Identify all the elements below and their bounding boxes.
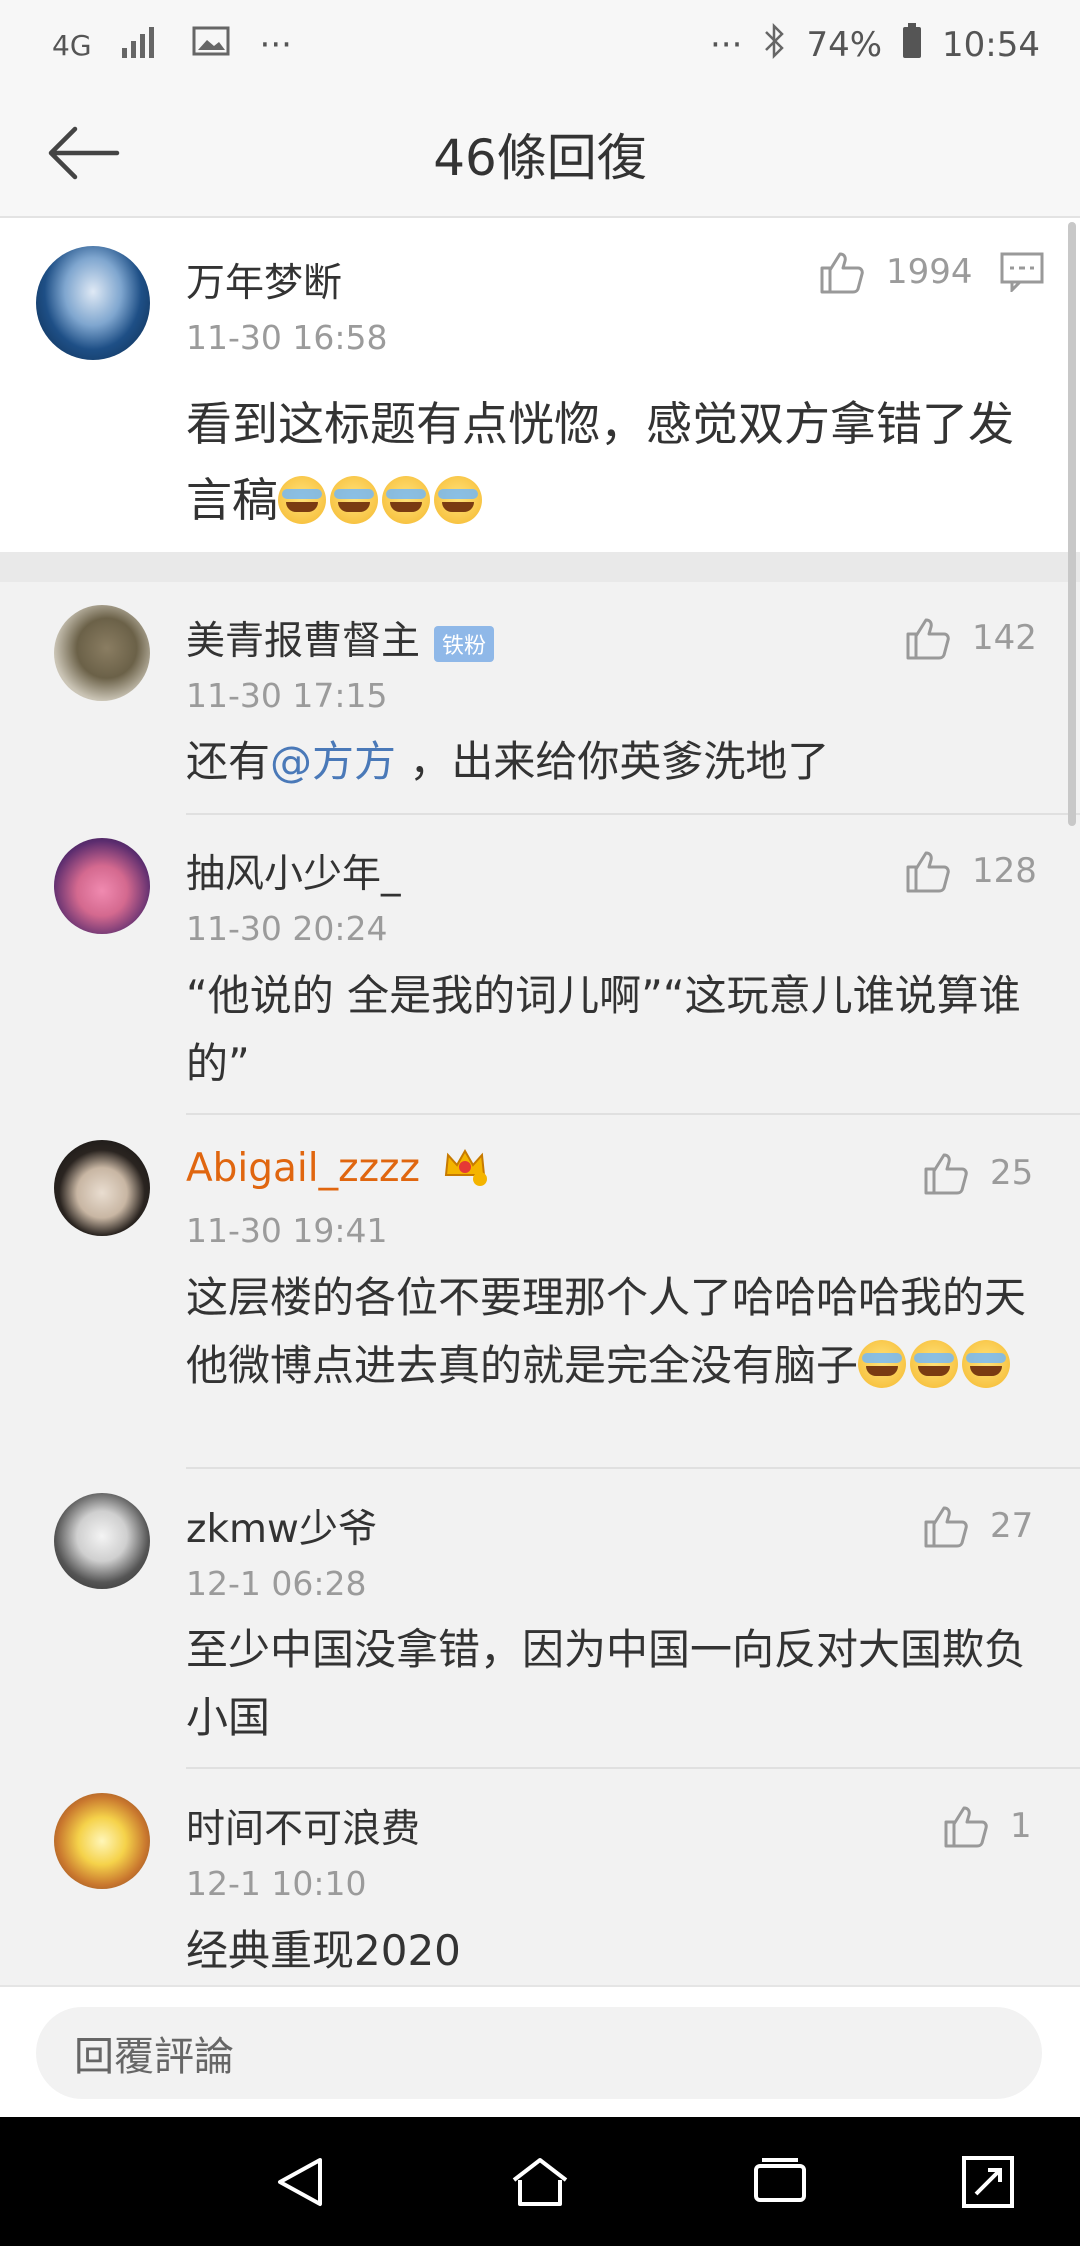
status-bar: 4G ··· ··· 74% 10:54 [0, 0, 1080, 90]
divider [186, 1767, 1080, 1769]
scrollbar[interactable] [1068, 222, 1076, 826]
reply-text: 还有@方方 ，出来给你英爹洗地了 [186, 728, 1026, 796]
main-comment: 万年梦断 11-30 16:58 1994 看到这标题有点恍惚，感觉双方拿错了发… [0, 218, 1080, 552]
home-icon [512, 2158, 568, 2206]
nav-expand-button[interactable] [956, 2150, 1020, 2214]
reply-time: 11-30 19:41 [186, 1211, 388, 1250]
like-count: 142 [972, 618, 1037, 658]
laugh-cry-emoji-icon [858, 1340, 907, 1388]
laugh-cry-emoji-icon [910, 1340, 959, 1388]
reply-author[interactable]: 时间不可浪费 [186, 1798, 420, 1854]
expand-icon [962, 2156, 1014, 2208]
like-button[interactable]: 1 [942, 1802, 1032, 1850]
section-divider [0, 552, 1080, 582]
comment-author[interactable]: 万年梦断 [186, 252, 342, 308]
like-count: 27 [990, 1506, 1034, 1546]
nav-home-button[interactable] [508, 2150, 572, 2214]
reply-author[interactable]: Abigail_zzzz [186, 1145, 488, 1197]
reply-text: 至少中国没拿错，因为中国一向反对大国欺负小国 [186, 1625, 1027, 1742]
reply-text-part: 还有 [186, 737, 271, 786]
reply-author-name: 美青报曹督主 [186, 619, 421, 664]
like-count: 128 [972, 851, 1037, 891]
network-label: 4G [52, 28, 92, 62]
more-status-icon: ··· [710, 25, 743, 65]
page-title: 46條回復 [433, 129, 647, 187]
comment-text: 看到这标题有点恍惚，感觉双方拿错了发言稿 [186, 386, 1016, 538]
reply-input[interactable]: 回覆評論 [36, 2007, 1042, 2099]
divider [186, 1467, 1080, 1469]
reply-bar: 回覆評論 [0, 1985, 1080, 2119]
system-nav-bar [0, 2117, 1080, 2246]
reply-text: 经典重现2020 [186, 1926, 461, 1975]
divider [186, 1113, 1080, 1115]
reply-time: 12-1 06:28 [186, 1564, 367, 1603]
reply-author[interactable]: 抽风小少年_ [186, 843, 401, 899]
laugh-cry-emoji-icon [962, 1340, 1011, 1388]
reply-time: 12-1 10:10 [186, 1864, 367, 1903]
thumbs-up-icon [906, 618, 950, 660]
thumbs-up-icon [944, 1806, 988, 1848]
thumbs-up-icon [924, 1153, 968, 1195]
like-count: 1994 [886, 252, 973, 292]
avatar[interactable] [54, 838, 150, 934]
bluetooth-icon [762, 22, 786, 69]
avatar[interactable] [54, 1493, 150, 1589]
like-button[interactable]: 142 [904, 614, 1037, 662]
nav-back-button[interactable] [268, 2150, 332, 2214]
like-count: 25 [990, 1153, 1034, 1193]
divider [186, 813, 1080, 815]
gallery-icon [192, 25, 230, 65]
nav-bar: 46條回復 [0, 90, 1080, 218]
reply-text-part: ，出来给你英爹洗地了 [396, 737, 830, 786]
nav-recent-button[interactable] [748, 2150, 812, 2214]
mention-link[interactable]: @方方 [270, 737, 396, 786]
laugh-cry-emoji-icon [382, 476, 430, 524]
clock: 10:54 [942, 25, 1040, 65]
like-button[interactable]: 27 [922, 1502, 1033, 1550]
reply-author[interactable]: 美青报曹督主 铁粉 [186, 610, 495, 666]
laugh-cry-emoji-icon [434, 476, 482, 524]
fan-badge: 铁粉 [434, 625, 495, 662]
battery-percent: 74% [806, 25, 883, 65]
laugh-cry-emoji-icon [330, 476, 378, 524]
like-button[interactable]: 1994 [818, 248, 973, 296]
reply-author-name: Abigail_zzzz [186, 1146, 420, 1191]
signal-icon [121, 24, 162, 67]
thumbs-up-icon [820, 252, 864, 294]
like-button[interactable]: 25 [922, 1149, 1033, 1197]
reply-text: 这层楼的各位不要理那个人了哈哈哈哈我的天他微博点进去真的就是完全没有脑子 [186, 1264, 1036, 1400]
recent-apps-icon [754, 2158, 806, 2202]
reply-button[interactable] [1000, 252, 1044, 296]
vip-crown-icon [442, 1145, 488, 1197]
reply-author[interactable]: zkmw少爷 [186, 1498, 377, 1554]
battery-icon [902, 22, 922, 68]
reply-time: 11-30 17:15 [186, 676, 388, 715]
thumbs-up-icon [906, 851, 950, 893]
reply-text: “他说的 全是我的词儿啊”“这玩意儿谁说算谁的” [186, 971, 1021, 1088]
like-button[interactable]: 128 [904, 847, 1037, 895]
thumbs-up-icon [924, 1506, 968, 1548]
avatar[interactable] [54, 1793, 150, 1889]
avatar[interactable] [54, 605, 150, 701]
reply-time: 11-30 20:24 [186, 909, 388, 948]
more-notifications-icon: ··· [259, 25, 292, 65]
avatar[interactable] [54, 1140, 150, 1236]
laugh-cry-emoji-icon [278, 476, 326, 524]
back-triangle-icon [278, 2158, 322, 2206]
comment-time: 11-30 16:58 [186, 318, 388, 357]
avatar[interactable] [36, 246, 150, 360]
comment-icon [1000, 252, 1044, 294]
like-count: 1 [1010, 1806, 1032, 1846]
